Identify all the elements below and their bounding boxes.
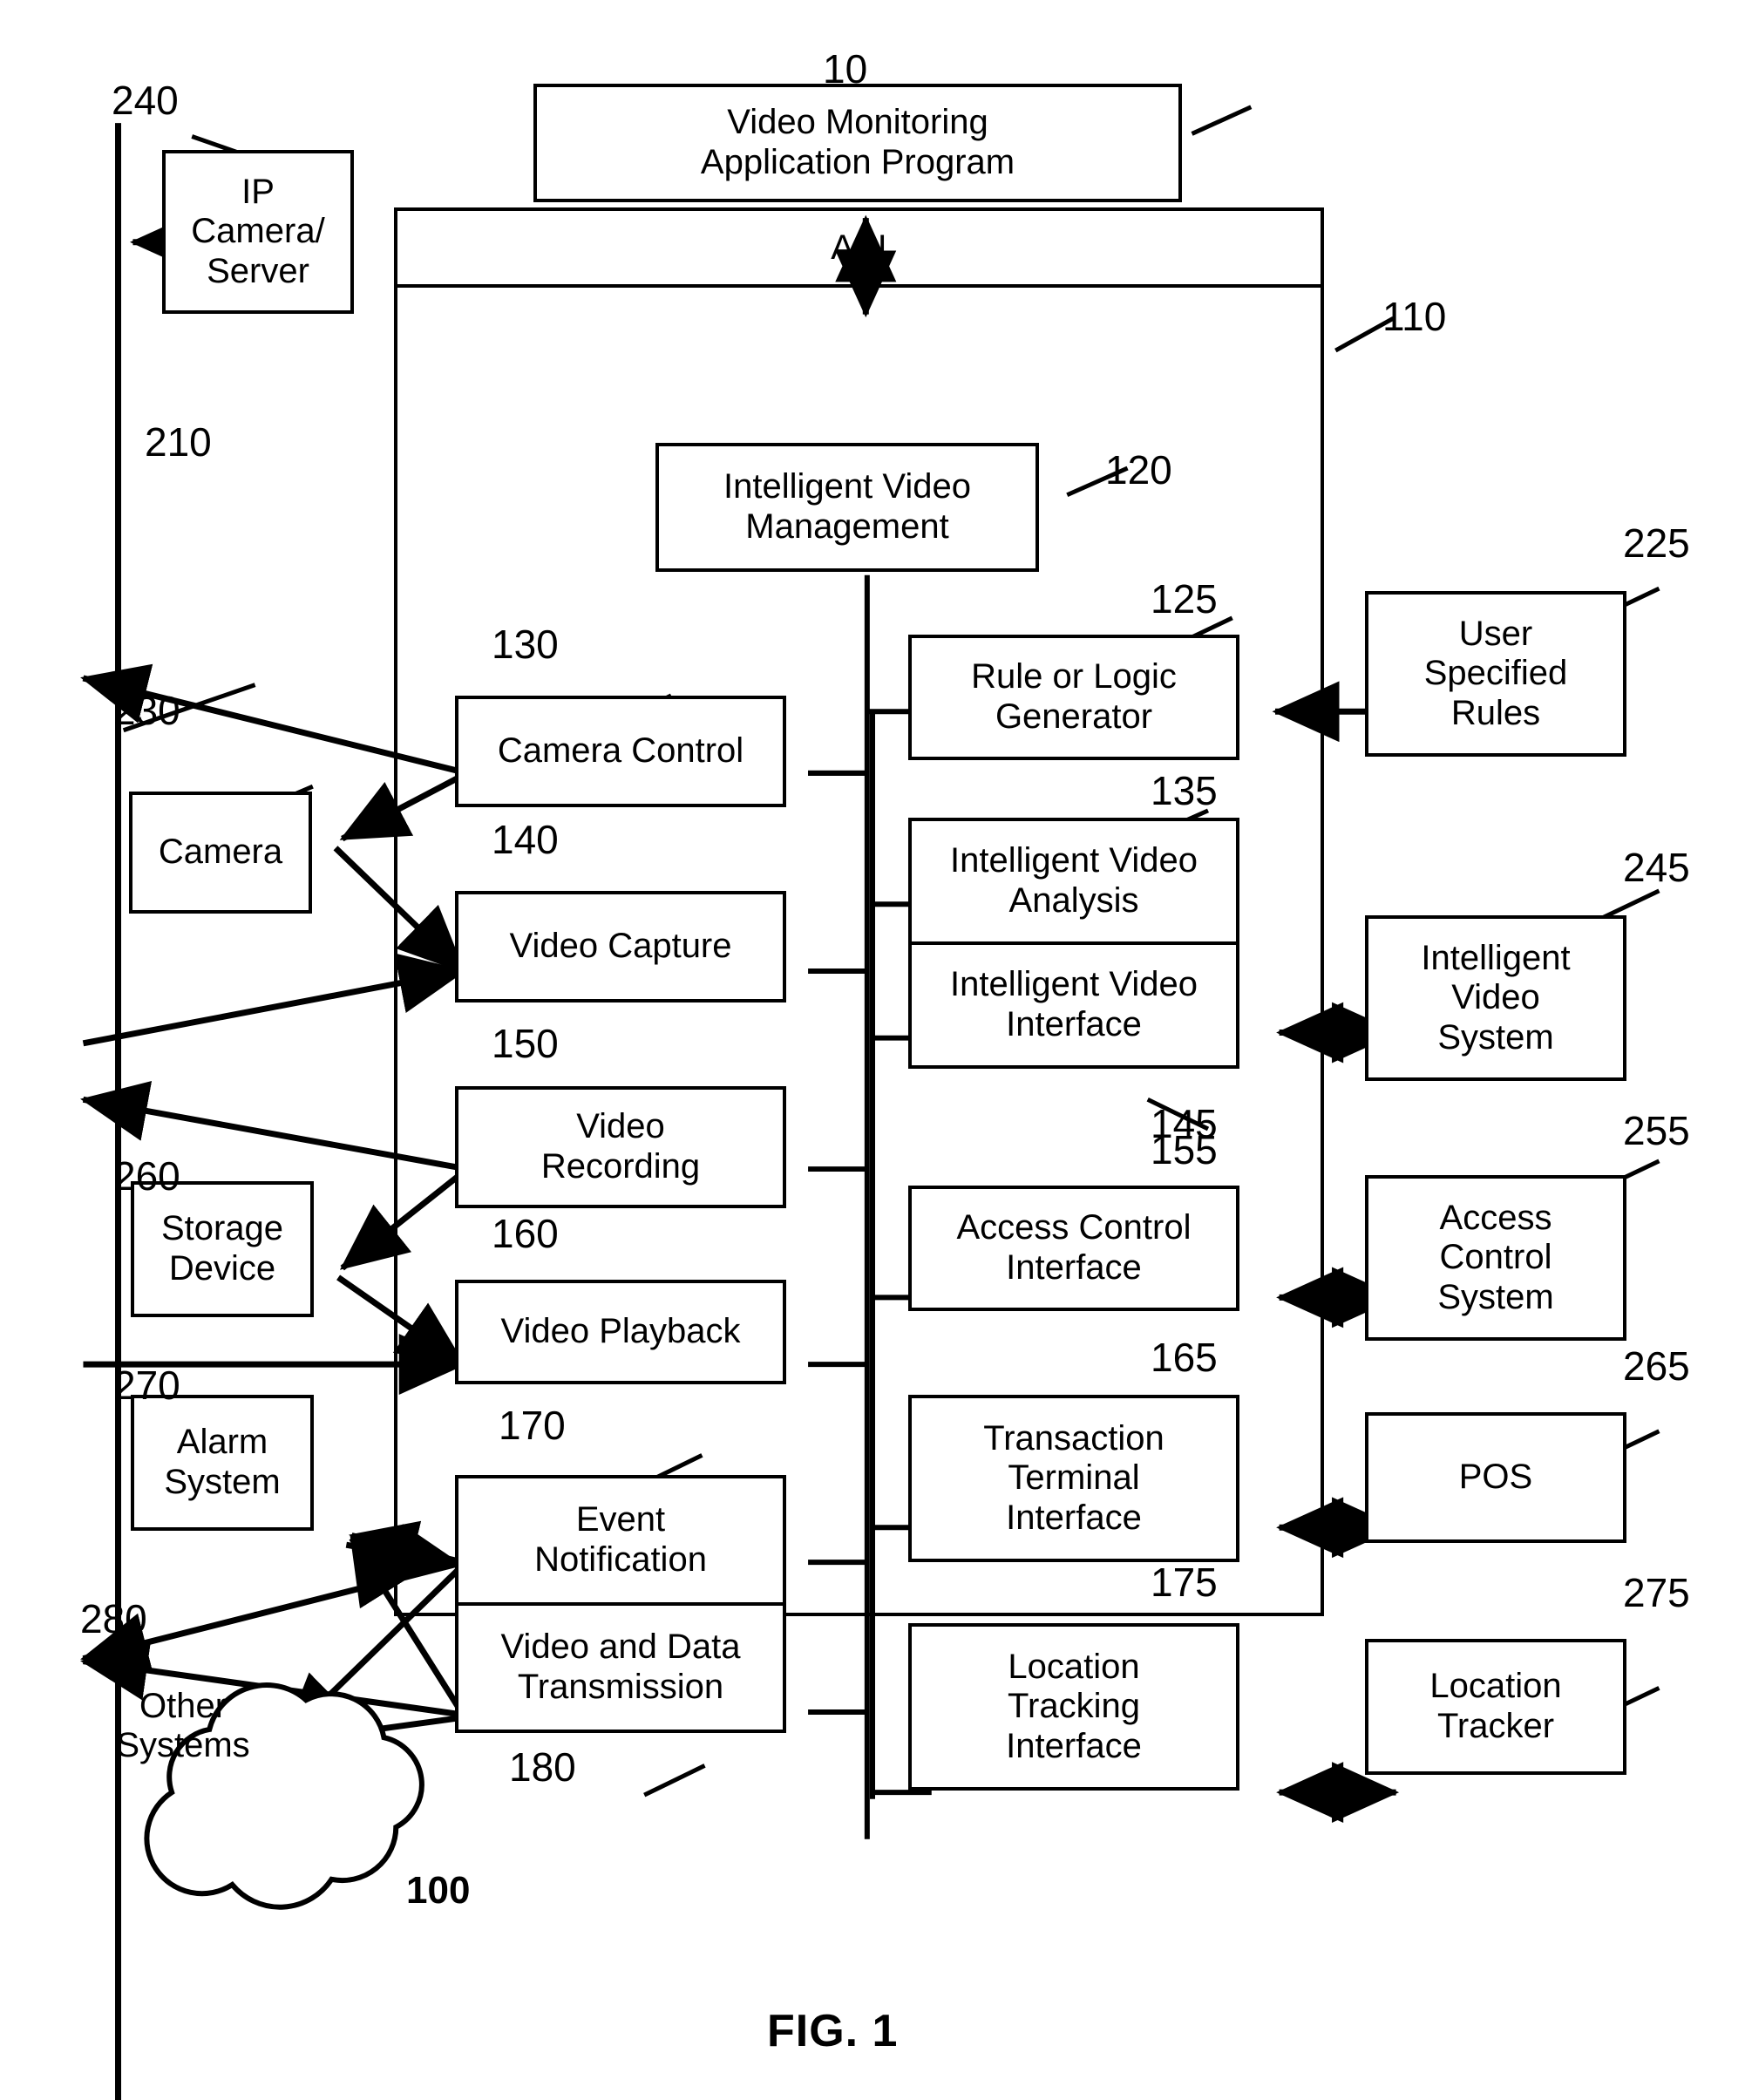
ref-280: 280 bbox=[80, 1596, 147, 1641]
event-notification-box[interactable]: Event Notification bbox=[458, 1478, 783, 1602]
ref-265: 265 bbox=[1623, 1343, 1690, 1389]
intelligent-video-management-box[interactable]: Intelligent Video Management bbox=[655, 443, 1039, 572]
video-capture-box[interactable]: Video Capture bbox=[455, 891, 786, 1002]
storage-device-box[interactable]: Storage Device bbox=[131, 1181, 314, 1317]
ref-leader-10 bbox=[1191, 105, 1253, 136]
ref-135: 135 bbox=[1151, 768, 1218, 813]
patent-figure-1: Video Monitoring Application Program 10 … bbox=[0, 0, 1745, 2100]
ref-255: 255 bbox=[1623, 1108, 1690, 1153]
camera-control-box[interactable]: Camera Control bbox=[455, 696, 786, 807]
location-tracking-interface-box[interactable]: Location Tracking Interface bbox=[908, 1623, 1239, 1791]
ref-230: 230 bbox=[113, 688, 180, 733]
video-recording-box[interactable]: Video Recording bbox=[455, 1086, 786, 1208]
ref-10: 10 bbox=[823, 46, 868, 92]
ref-225: 225 bbox=[1623, 520, 1690, 566]
ref-270: 270 bbox=[113, 1363, 180, 1408]
ref-150: 150 bbox=[492, 1021, 559, 1066]
ref-110: 110 bbox=[1382, 294, 1447, 339]
location-tracker-box[interactable]: Location Tracker bbox=[1365, 1639, 1626, 1775]
video-playback-box[interactable]: Video Playback bbox=[455, 1280, 786, 1384]
pos-box[interactable]: POS bbox=[1365, 1412, 1626, 1543]
ref-275: 275 bbox=[1623, 1570, 1690, 1615]
ref-155: 155 bbox=[1151, 1127, 1218, 1172]
figure-caption: FIG. 1 bbox=[767, 2006, 899, 2056]
intelligent-video-stack: Intelligent Video Analysis Intelligent V… bbox=[908, 818, 1239, 1069]
ref-240: 240 bbox=[112, 78, 179, 123]
notification-transmission-stack: Event Notification Video and Data Transm… bbox=[455, 1475, 786, 1733]
ref-leader-180 bbox=[643, 1764, 706, 1798]
user-specified-rules-box[interactable]: User Specified Rules bbox=[1365, 591, 1626, 757]
ref-245: 245 bbox=[1623, 845, 1690, 890]
intelligent-video-system-box[interactable]: Intelligent Video System bbox=[1365, 915, 1626, 1081]
ref-170: 170 bbox=[499, 1403, 566, 1448]
access-control-system-box[interactable]: Access Control System bbox=[1365, 1175, 1626, 1341]
ref-140: 140 bbox=[492, 817, 559, 862]
ref-130: 130 bbox=[492, 622, 559, 667]
ref-165: 165 bbox=[1151, 1335, 1218, 1380]
intelligent-video-interface-box[interactable]: Intelligent Video Interface bbox=[912, 941, 1236, 1065]
ref-175: 175 bbox=[1151, 1560, 1218, 1605]
video-and-data-transmission-box[interactable]: Video and Data Transmission bbox=[458, 1602, 783, 1730]
ip-camera-server-box[interactable]: IP Camera/ Server bbox=[162, 150, 354, 314]
intelligent-video-analysis-box[interactable]: Intelligent Video Analysis bbox=[912, 821, 1236, 941]
ref-125: 125 bbox=[1151, 576, 1218, 622]
alarm-system-box[interactable]: Alarm System bbox=[131, 1395, 314, 1531]
ref-100: 100 bbox=[406, 1869, 471, 1912]
ref-120: 120 bbox=[1105, 447, 1172, 493]
transaction-terminal-interface-box[interactable]: Transaction Terminal Interface bbox=[908, 1395, 1239, 1562]
ref-160: 160 bbox=[492, 1211, 559, 1256]
api-bar[interactable]: API bbox=[397, 211, 1321, 288]
ref-180: 180 bbox=[509, 1744, 576, 1790]
ref-260: 260 bbox=[113, 1153, 180, 1199]
ref-210: 210 bbox=[145, 419, 212, 465]
other-systems-label: Other Systems bbox=[116, 1687, 250, 1764]
camera-box[interactable]: Camera bbox=[129, 792, 312, 914]
video-monitoring-application-program-box[interactable]: Video Monitoring Application Program bbox=[533, 84, 1182, 202]
access-control-interface-box[interactable]: Access Control Interface bbox=[908, 1186, 1239, 1311]
rule-or-logic-generator-box[interactable]: Rule or Logic Generator bbox=[908, 635, 1239, 760]
